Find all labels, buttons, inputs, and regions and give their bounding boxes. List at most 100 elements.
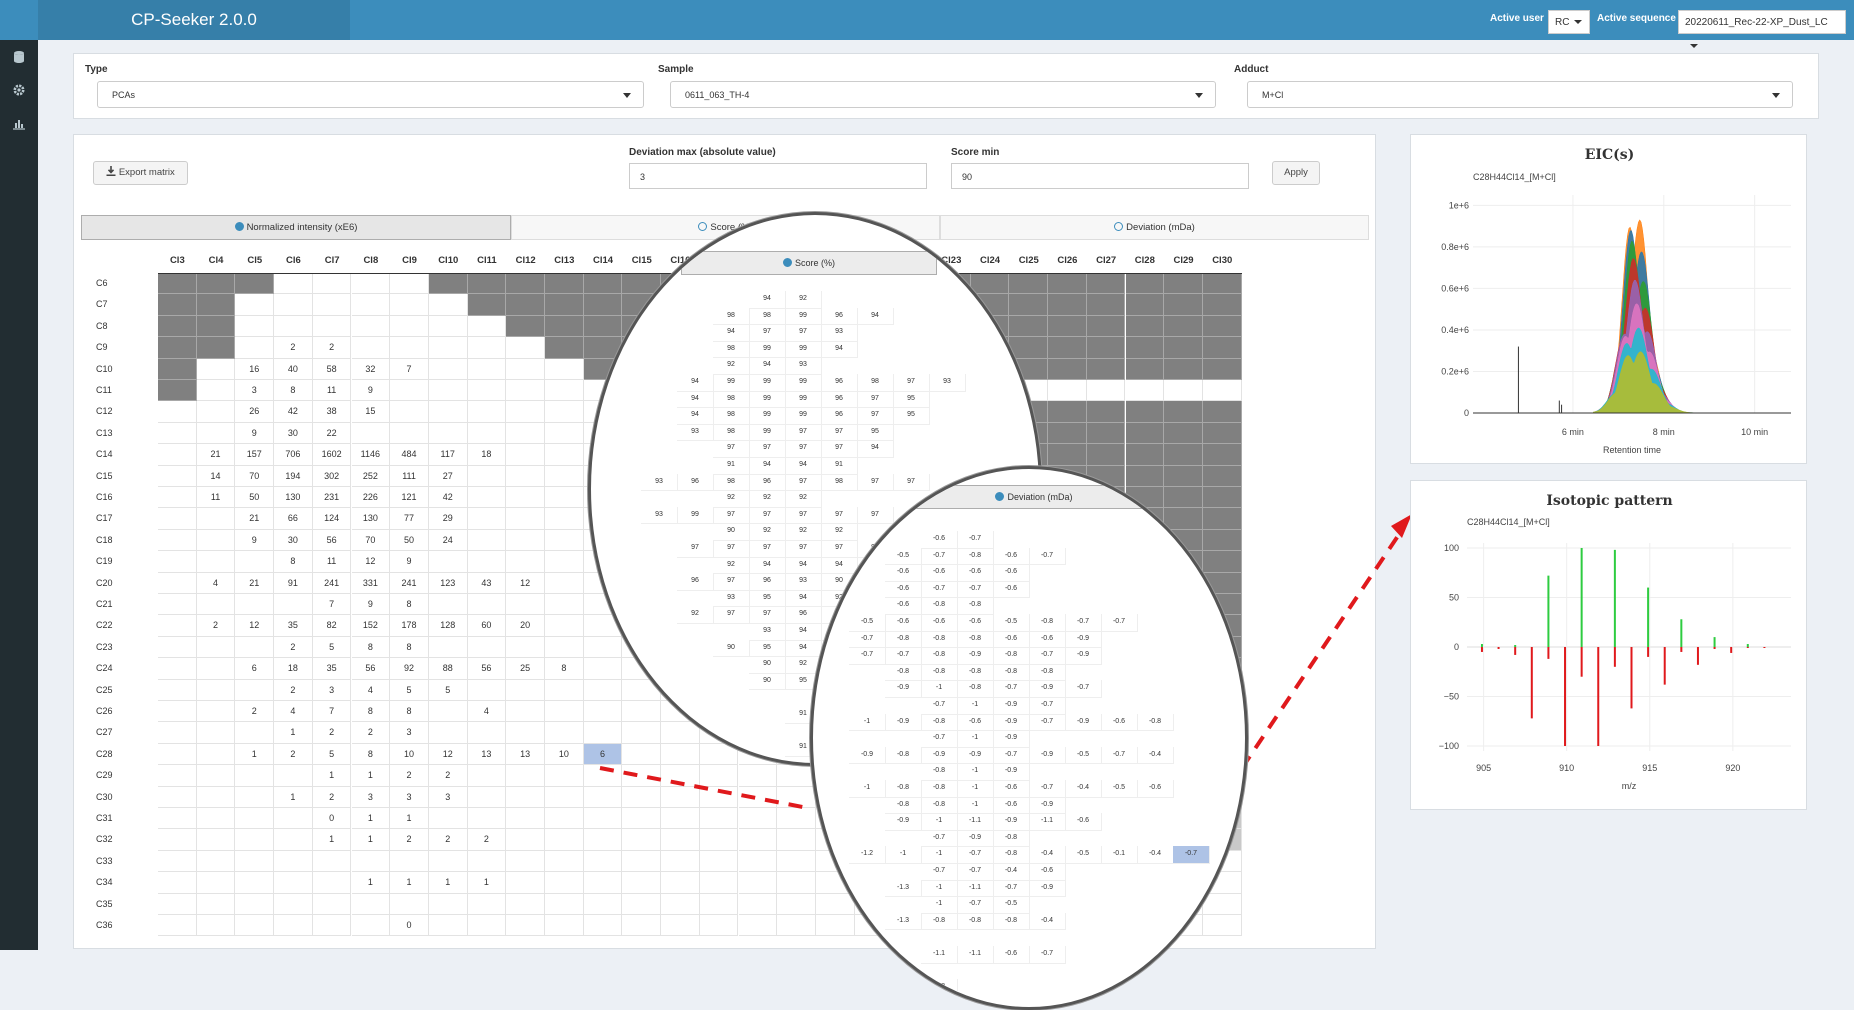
zoom-cell: -0.6 bbox=[993, 630, 1030, 649]
zoom-cell: 99 bbox=[749, 340, 786, 359]
zoom-cell: -0.7 bbox=[1101, 614, 1138, 632]
zoom-cell: 94 bbox=[785, 639, 822, 658]
zoom-cell: 96 bbox=[785, 606, 822, 624]
zoom-cell: -0.6 bbox=[885, 580, 922, 599]
zoom-cell: 93 bbox=[713, 589, 750, 608]
arrowhead-icon bbox=[1391, 514, 1412, 538]
zoom-cell: 95 bbox=[857, 423, 894, 442]
zoom-cell: -0.7 bbox=[1029, 713, 1066, 732]
zoom-cell: -1 bbox=[957, 763, 994, 781]
zoom-deviation-tab: Deviation (mDa) bbox=[902, 485, 1166, 509]
zoom-cell: -1.1 bbox=[957, 813, 994, 831]
zoom-cell: -0.8 bbox=[921, 763, 958, 781]
zoom-cell: -0.7 bbox=[957, 580, 994, 599]
zoom-cell: 97 bbox=[785, 506, 822, 525]
eic-series-area bbox=[1593, 351, 1698, 414]
zoom-cell: -0.7 bbox=[993, 680, 1030, 698]
x-axis-label: m/z bbox=[1622, 781, 1637, 791]
zoom-cell: -0.9 bbox=[1029, 796, 1066, 815]
zoom-cell: 97 bbox=[749, 440, 786, 458]
zoom-cell: -1 bbox=[957, 796, 994, 815]
zoom-cell: 93 bbox=[929, 374, 966, 392]
zoom-cell: -0.5 bbox=[849, 614, 886, 632]
zoom-cell: -0.9 bbox=[993, 697, 1030, 715]
zoom-cell: 95 bbox=[749, 639, 786, 658]
zoom-cell: 99 bbox=[785, 307, 822, 326]
zoom-cell: -0.7 bbox=[957, 863, 994, 881]
zoom-cell: -0.8 bbox=[885, 746, 922, 765]
zoom-cell: 93 bbox=[677, 423, 714, 442]
zoom-cell: -1 bbox=[921, 879, 958, 898]
zoom-cell: -0.9 bbox=[849, 746, 886, 765]
zoom-cell: -0.8 bbox=[921, 597, 958, 615]
zoom-cell: -0.7 bbox=[921, 547, 958, 566]
zoom-cell: -0.5 bbox=[1065, 746, 1102, 765]
zoom-cell: -1 bbox=[957, 697, 994, 715]
y-tick-label: 0.6e+6 bbox=[1441, 283, 1469, 293]
zoom-cell: 97 bbox=[821, 506, 858, 525]
zoom-cell: -1 bbox=[921, 813, 958, 831]
zoom-cell: -0.8 bbox=[921, 663, 958, 682]
zoom-cell: 99 bbox=[749, 390, 786, 409]
zoom-cell: 94 bbox=[749, 357, 786, 375]
zoom-cell: -0.6 bbox=[993, 564, 1030, 582]
zoom-cell: 99 bbox=[749, 407, 786, 425]
zoom-cell: -0.7 bbox=[849, 630, 886, 649]
zoom-cell: -0.4 bbox=[1065, 780, 1102, 798]
callout-arrow-right bbox=[1240, 528, 1404, 770]
zoom-cell: -0.8 bbox=[885, 663, 922, 682]
zoom-cell: -1 bbox=[921, 846, 958, 864]
zoom-cell: 94 bbox=[785, 457, 822, 475]
zoom-cell: -0.8 bbox=[1137, 713, 1174, 732]
zoom-cell: 98 bbox=[713, 307, 750, 326]
zoom-cell: 97 bbox=[785, 324, 822, 342]
zoom-cell: -0.7 bbox=[1029, 946, 1066, 964]
zoom-cell: 94 bbox=[749, 291, 786, 309]
zoom-cell: 92 bbox=[749, 523, 786, 541]
zoom-cell: 99 bbox=[785, 340, 822, 359]
zoom-cell: 94 bbox=[857, 440, 894, 458]
zoom-cell: 92 bbox=[713, 357, 750, 375]
zoom-cell: -0.4 bbox=[1137, 846, 1174, 864]
y-tick-label: 50 bbox=[1449, 592, 1459, 602]
zoom-cell: -0.4 bbox=[1029, 912, 1066, 931]
zoom-cell: -0.8 bbox=[885, 780, 922, 798]
zoom-cell: -1 bbox=[957, 780, 994, 798]
x-tick-label: 920 bbox=[1725, 763, 1740, 773]
zoom-cell: 98 bbox=[713, 340, 750, 359]
zoom-cell: -0.8 bbox=[957, 680, 994, 698]
isotope-panel: Isotopic pattern C28H44Cl14_[M+Cl] 100 50 0… bbox=[1410, 480, 1807, 810]
zoom-cell: -0.8 bbox=[957, 663, 994, 682]
x-tick-label: 905 bbox=[1476, 763, 1491, 773]
zoom-cell: 97 bbox=[857, 473, 894, 492]
zoom-cell: -0.6 bbox=[993, 580, 1030, 599]
zoom-cell: -0.6 bbox=[885, 614, 922, 632]
zoom-cell: 99 bbox=[713, 374, 750, 392]
zoom-cell: -0.6 bbox=[993, 946, 1030, 964]
zoom-cell: 98 bbox=[713, 390, 750, 409]
zoom-cell: -0.9 bbox=[1065, 647, 1102, 665]
zoom-cell: 97 bbox=[893, 374, 930, 392]
y-tick-label: 100 bbox=[1444, 543, 1459, 553]
isotope-plot[interactable]: C28H44Cl14_[M+Cl] 100 50 0 −50 −100 905 910 915 9… bbox=[1411, 481, 1808, 811]
zoom-cell: -0.4 bbox=[1137, 746, 1174, 765]
zoom-cell: -0.9 bbox=[885, 813, 922, 831]
zoom-cell: -0.9 bbox=[957, 647, 994, 665]
zoom-cell: -0.7 bbox=[957, 896, 994, 914]
zoom-cell: -0.6 bbox=[1029, 630, 1066, 649]
y-tick-label: 0 bbox=[1464, 408, 1469, 418]
zoom-cell: 94 bbox=[677, 390, 714, 409]
y-tick-label: 0.2e+6 bbox=[1441, 366, 1469, 376]
zoom-cell: -1.1 bbox=[921, 946, 958, 964]
zoom-cell: -0.7 bbox=[1029, 647, 1066, 665]
zoom-cell: -0.6 bbox=[921, 564, 958, 582]
zoom-cell: 97 bbox=[713, 606, 750, 624]
zoom-cell: 96 bbox=[821, 407, 858, 425]
zoom-cell: 92 bbox=[713, 556, 750, 575]
zoom-cell: 91 bbox=[713, 457, 750, 475]
eic-subtitle: C28H44Cl14_[M+Cl] bbox=[1473, 172, 1556, 182]
eic-plot[interactable]: C28H44Cl14_[M+Cl] 0 0.2e+6 0.4e+6 0.6e+6 0.8e… bbox=[1411, 135, 1808, 465]
zoom-cell: -0.6 bbox=[993, 796, 1030, 815]
zoom-cell: 90 bbox=[749, 656, 786, 674]
zoom-cell: 97 bbox=[857, 407, 894, 425]
